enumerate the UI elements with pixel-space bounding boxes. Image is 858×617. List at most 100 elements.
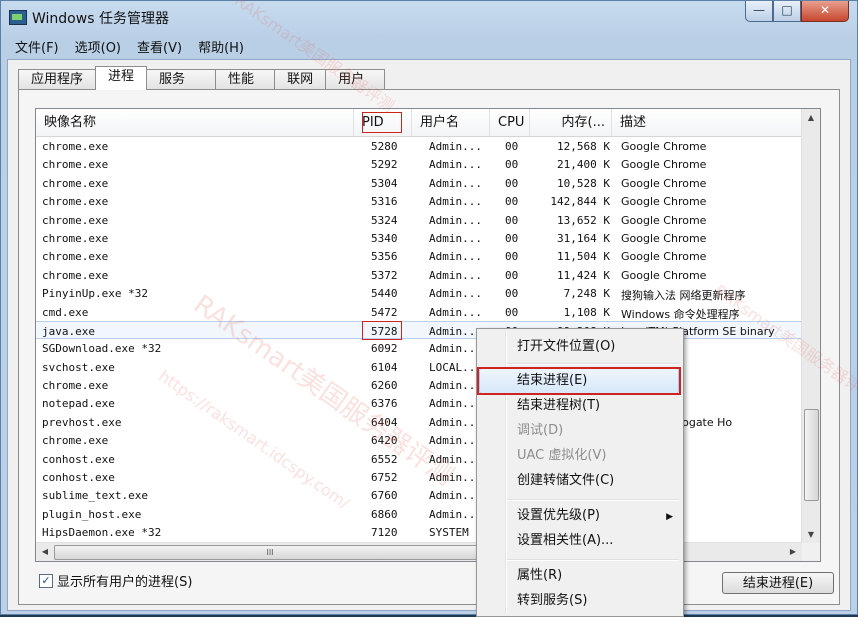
ctx-set-affinity[interactable]: 设置相关性(A)... <box>517 530 613 552</box>
table-row[interactable]: plugin_host.exe6860Admin...st.exe <box>36 505 802 523</box>
pid-cell: 6404 <box>371 415 398 429</box>
ctx-open-file-location[interactable]: 打开文件位置(O) <box>517 336 615 358</box>
horizontal-scrollbar[interactable]: ◀ III ▶ <box>36 542 802 561</box>
close-button[interactable]: ✕ <box>801 1 849 22</box>
pid-cell: 6760 <box>371 489 398 503</box>
table-row[interactable]: conhost.exe6752Admin...口主机 <box>36 468 802 486</box>
column-user-name[interactable]: 用户名 <box>412 109 490 136</box>
table-row[interactable]: conhost.exe6552Admin...口主机 <box>36 450 802 468</box>
pid-cell: 6260 <box>371 379 398 393</box>
tab-strip: 应用程序 进程 服务 性能 联网 用户 <box>18 66 386 90</box>
table-row[interactable]: chrome.exe6420Admin...rome <box>36 431 802 449</box>
process-name-cell: chrome.exe <box>42 158 109 172</box>
cpu-cell: 00 <box>505 231 519 245</box>
horizontal-scroll-thumb[interactable]: III <box>54 545 486 560</box>
table-row[interactable]: chrome.exe 5316 Admin... 00 142,844 K Google … <box>36 192 802 210</box>
menu-bar: 文件(F) 选项(O) 查看(V) 帮助(H) <box>7 35 252 57</box>
process-name-cell: notepad.exe <box>42 397 115 411</box>
process-name-cell: chrome.exe <box>42 434 109 448</box>
tab-processes[interactable]: 进程 <box>95 66 148 90</box>
pid-cell: 5292 <box>371 158 398 172</box>
column-memory[interactable]: 内存(... <box>530 109 612 136</box>
user-cell: Admin... <box>429 305 482 319</box>
table-row[interactable]: HipsDaemon.exe *327120SYSTEM文件 <box>36 523 802 541</box>
table-row[interactable]: chrome.exe 5340 Admin... 00 31,164 K Google C… <box>36 229 802 247</box>
pid-cell: 6420 <box>371 434 398 448</box>
ctx-uac-virtualization: UAC 虚拟化(V) <box>517 448 607 463</box>
show-all-users-checkbox[interactable]: ✓ <box>39 573 53 588</box>
scroll-up-icon[interactable]: ▲ <box>802 109 820 126</box>
menu-file[interactable]: 文件(F) <box>7 35 67 57</box>
memory-cell: 12,568 K <box>557 140 610 153</box>
table-row[interactable]: chrome.exe 5372 Admin... 00 11,424 K Google C… <box>36 266 802 284</box>
menu-view[interactable]: 查看(V) <box>129 35 190 57</box>
process-name-cell: chrome.exe <box>42 379 109 393</box>
table-row-selected[interactable]: java.exe5728Admin...0099,208 KJava(TM) P… <box>36 320 802 340</box>
ctx-properties[interactable]: 属性(R) <box>517 565 562 587</box>
process-name-cell: java.exe <box>42 324 95 338</box>
cpu-cell: 00 <box>505 305 519 319</box>
scroll-left-icon[interactable]: ◀ <box>36 543 54 561</box>
pid-cell: 5316 <box>371 195 398 209</box>
table-row[interactable]: chrome.exe 5292 Admin... 00 21,400 K Google C… <box>36 155 802 173</box>
table-row[interactable]: sublime_text.exe6760Admin...ext <box>36 486 802 504</box>
ctx-end-process[interactable]: 结束进程(E) <box>517 370 587 392</box>
table-row[interactable]: chrome.exe 5324 Admin... 00 13,652 K Google C… <box>36 211 802 229</box>
scroll-right-icon[interactable]: ▶ <box>784 543 802 561</box>
maximize-button[interactable]: □ <box>773 1 801 22</box>
end-process-button[interactable]: 结束进程(E) <box>722 572 834 594</box>
show-all-users-label: 显示所有用户的进程(S) <box>57 575 193 590</box>
show-all-users-row[interactable]: ✓ 显示所有用户的进程(S) <box>39 571 192 590</box>
table-row[interactable]: svchost.exe6104LOCAL...务主进程 <box>36 358 802 376</box>
cpu-cell: 00 <box>505 158 519 172</box>
table-row[interactable]: chrome.exe 5304 Admin... 00 10,528 K Google C… <box>36 174 802 192</box>
ctx-separator <box>507 363 679 365</box>
table-row[interactable]: cmd.exe 5472 Admin... 00 1,108 K Windows 命令处理… <box>36 303 802 321</box>
process-name-cell: conhost.exe <box>42 452 115 466</box>
pid-cell: 5472 <box>371 305 398 319</box>
column-cpu[interactable]: CPU <box>490 109 530 136</box>
vertical-scroll-thumb[interactable] <box>804 409 819 501</box>
table-row[interactable]: chrome.exe 5280 Admin... 00 12,568 K Google C… <box>36 137 802 155</box>
menu-help[interactable]: 帮助(H) <box>190 35 252 57</box>
description-cell: Google Chrome <box>621 250 707 264</box>
menu-options[interactable]: 选项(O) <box>67 35 129 57</box>
processes-panel: 映像名称 PID 用户名 CPU 内存(... 描述 chrome.exe 528… <box>18 89 840 605</box>
pid-cell: 6860 <box>371 507 398 521</box>
ctx-create-dump-file[interactable]: 创建转储文件(C) <box>517 470 614 492</box>
table-row[interactable]: PinyinUp.exe *32 5440 Admin... 00 7,248 K 搜狗输… <box>36 284 802 302</box>
user-cell: Admin... <box>429 140 482 153</box>
scroll-down-icon[interactable]: ▼ <box>802 526 820 543</box>
cpu-cell: 00 <box>505 268 519 282</box>
description-cell: Google Chrome <box>621 176 707 190</box>
vertical-scrollbar[interactable]: ▲ ▼ <box>801 109 820 543</box>
tab-applications[interactable]: 应用程序 <box>18 69 97 90</box>
user-cell: Admin... <box>429 213 482 227</box>
ctx-go-to-service[interactable]: 转到服务(S) <box>517 590 587 612</box>
ctx-end-process-tree[interactable]: 结束进程树(T) <box>517 395 600 417</box>
process-name-cell: chrome.exe <box>42 176 109 190</box>
table-row[interactable]: notepad.exe 6376 Admin... <box>36 394 802 412</box>
description-cell: Windows 命令处理程序 <box>621 307 740 321</box>
process-name-cell: chrome.exe <box>42 250 109 264</box>
memory-cell: 142,844 K <box>550 195 610 209</box>
table-row[interactable]: chrome.exe6260Admin...rome <box>36 376 802 394</box>
table-row[interactable]: SGDownload.exe *326092Admin...法 更新工具 <box>36 339 802 357</box>
tab-services[interactable]: 服务 <box>146 69 217 90</box>
user-cell: Admin... <box>429 176 482 190</box>
column-image-name[interactable]: 映像名称 <box>36 109 354 136</box>
pid-cell: 6752 <box>371 471 398 485</box>
process-name-cell: SGDownload.exe *32 <box>42 342 162 356</box>
task-manager-window: Windows 任务管理器 — □ ✕ 文件(F) 选项(O) 查看(V) 帮助… <box>0 0 858 615</box>
process-list[interactable]: 映像名称 PID 用户名 CPU 内存(... 描述 chrome.exe 528… <box>35 108 821 562</box>
table-row[interactable]: prevhost.exe6404Admin...andler Surrogate… <box>36 413 802 431</box>
tab-networking[interactable]: 联网 <box>274 69 327 90</box>
title-bar[interactable]: Windows 任务管理器 — □ ✕ <box>1 1 857 33</box>
column-description[interactable]: 描述 <box>612 109 802 136</box>
pid-cell: 6552 <box>371 452 398 466</box>
minimize-button[interactable]: — <box>745 1 773 22</box>
tab-performance[interactable]: 性能 <box>215 69 276 90</box>
table-row[interactable]: chrome.exe 5356 Admin... 00 11,504 K Google C… <box>36 247 802 265</box>
ctx-set-priority[interactable]: 设置优先级(P) <box>517 505 600 527</box>
tab-users[interactable]: 用户 <box>325 69 386 90</box>
